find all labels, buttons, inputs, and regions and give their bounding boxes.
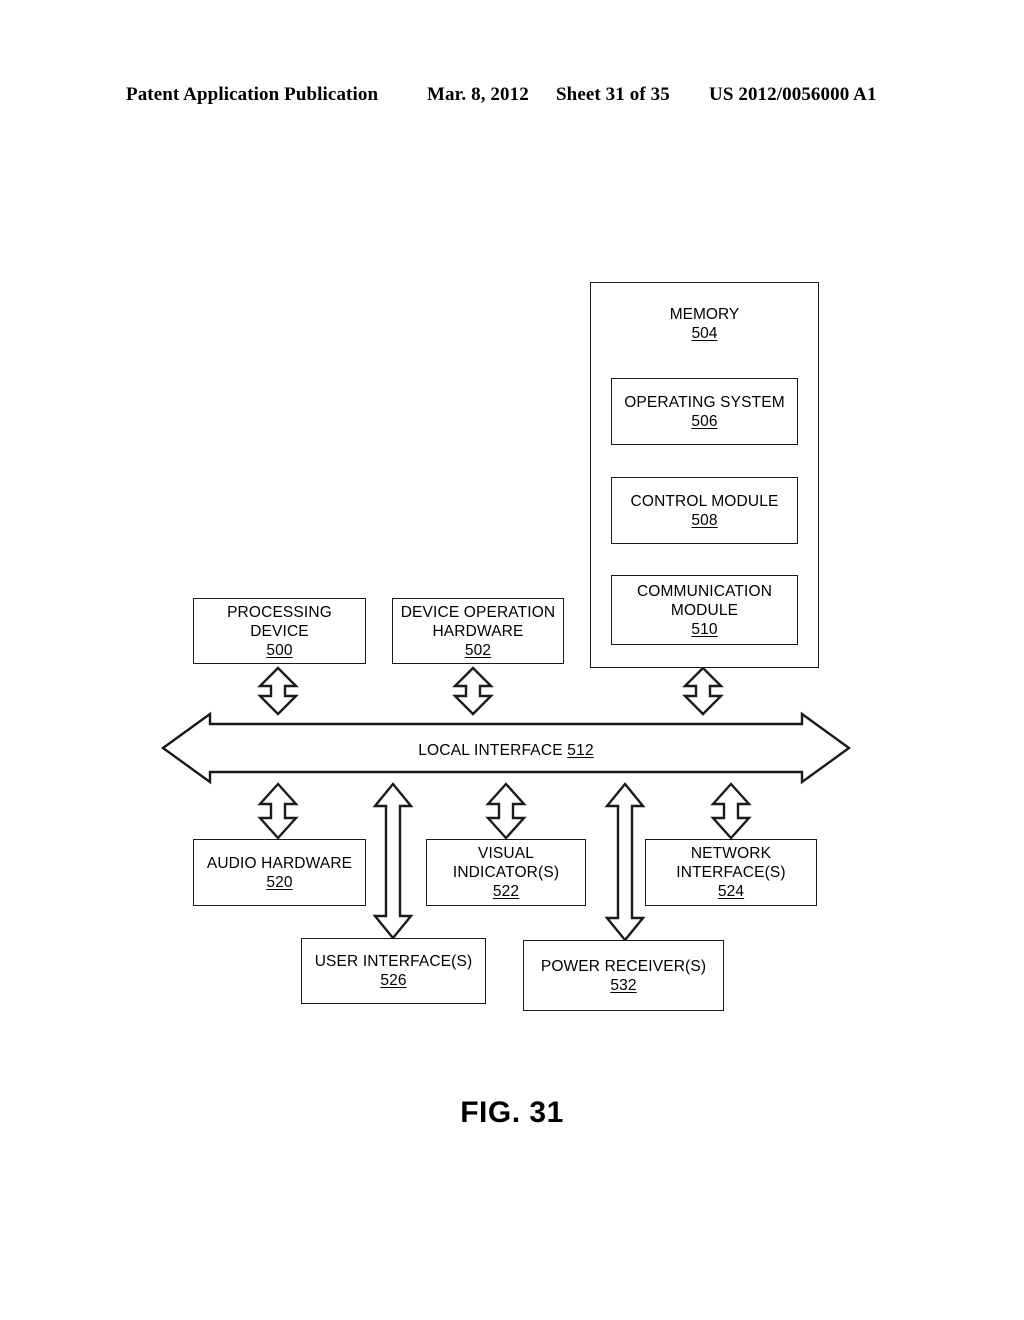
patent-figure-diagram: MEMORY 504 OPERATING SYSTEM 506 CONTROL … bbox=[0, 0, 1024, 1320]
memory-block-title: MEMORY 504 bbox=[590, 305, 819, 343]
device-operation-hardware-refnum: 502 bbox=[464, 641, 492, 659]
device-operation-hardware-block: DEVICE OPERATION HARDWARE 502 bbox=[392, 598, 564, 664]
local-interface-bus-label: LOCAL INTERFACE 512 bbox=[160, 742, 852, 760]
user-interfaces-block: USER INTERFACE(S) 526 bbox=[301, 938, 486, 1004]
communication-module-refnum: 510 bbox=[691, 620, 718, 638]
operating-system-refnum: 506 bbox=[691, 412, 718, 430]
local-interface-refnum: 512 bbox=[567, 742, 594, 759]
power-receivers-label: POWER RECEIVER(S) bbox=[540, 957, 707, 975]
processing-device-block: PROCESSING DEVICE 500 bbox=[193, 598, 366, 664]
connector-arrow-network-interfaces bbox=[710, 782, 752, 840]
visual-indicators-block: VISUAL INDICATOR(S) 522 bbox=[426, 839, 586, 906]
connector-arrow-user-interfaces bbox=[372, 782, 414, 940]
connector-arrow-audio-hardware bbox=[257, 782, 299, 840]
connector-arrow-power-receivers bbox=[604, 782, 646, 942]
audio-hardware-block: AUDIO HARDWARE 520 bbox=[193, 839, 366, 906]
processing-device-label: PROCESSING DEVICE bbox=[227, 603, 332, 640]
operating-system-label: OPERATING SYSTEM bbox=[624, 393, 785, 411]
operating-system-block: OPERATING SYSTEM 506 bbox=[611, 378, 798, 445]
figure-caption: FIG. 31 bbox=[460, 1096, 564, 1129]
control-module-refnum: 508 bbox=[691, 511, 718, 529]
communication-module-label: COMMUNICATION MODULE bbox=[636, 582, 773, 619]
control-module-label: CONTROL MODULE bbox=[630, 492, 779, 510]
audio-hardware-label: AUDIO HARDWARE bbox=[206, 854, 353, 872]
network-interfaces-refnum: 524 bbox=[717, 883, 745, 900]
visual-indicators-label: VISUAL INDICATOR(S) bbox=[452, 845, 560, 881]
connector-arrow-visual-indicators bbox=[485, 782, 527, 840]
user-interfaces-label: USER INTERFACE(S) bbox=[314, 953, 473, 970]
device-operation-hardware-label: DEVICE OPERATION HARDWARE bbox=[400, 603, 556, 640]
network-interfaces-label: NETWORK INTERFACE(S) bbox=[676, 845, 786, 881]
power-receivers-block: POWER RECEIVER(S) 532 bbox=[523, 940, 724, 1011]
communication-module-block: COMMUNICATION MODULE 510 bbox=[611, 575, 798, 645]
control-module-block: CONTROL MODULE 508 bbox=[611, 477, 798, 544]
audio-hardware-refnum: 520 bbox=[266, 873, 293, 891]
processing-device-refnum: 500 bbox=[266, 641, 293, 659]
local-interface-label-text: LOCAL INTERFACE bbox=[418, 742, 563, 759]
visual-indicators-refnum: 522 bbox=[492, 883, 520, 900]
power-receivers-refnum: 532 bbox=[610, 976, 637, 994]
memory-refnum: 504 bbox=[691, 325, 718, 342]
user-interfaces-refnum: 526 bbox=[380, 972, 407, 989]
memory-label: MEMORY bbox=[669, 306, 740, 323]
network-interfaces-block: NETWORK INTERFACE(S) 524 bbox=[645, 839, 817, 906]
